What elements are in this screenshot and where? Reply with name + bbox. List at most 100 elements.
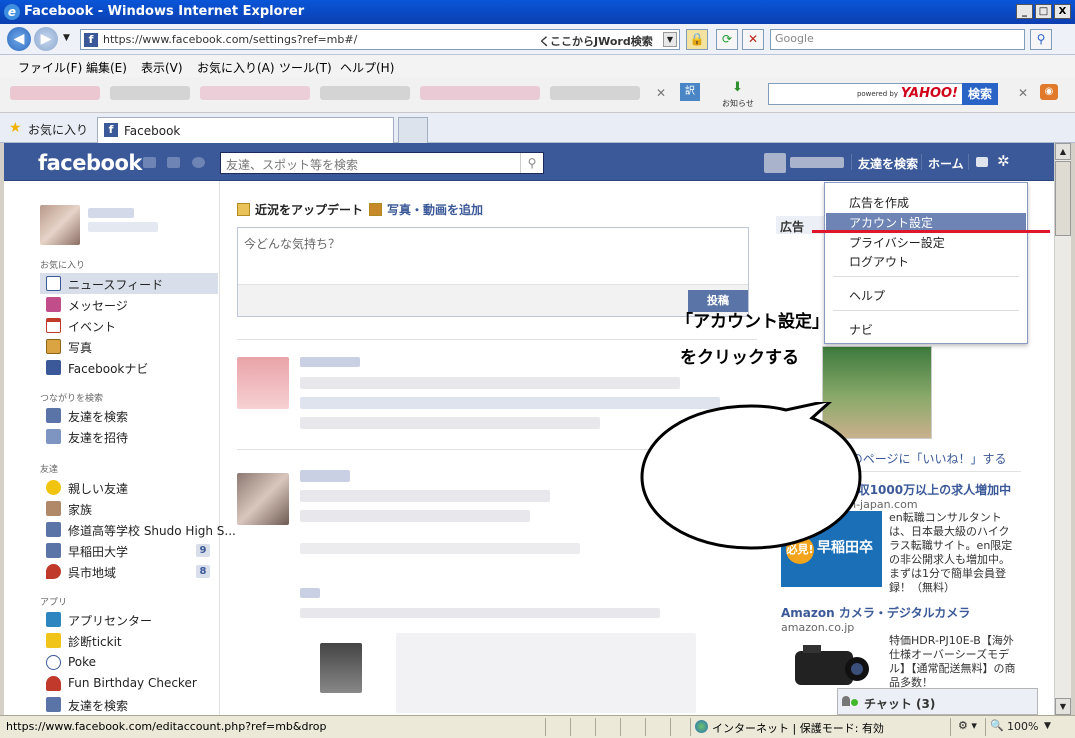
feed-avatar[interactable] bbox=[237, 473, 289, 525]
ad2-title[interactable]: Amazon カメラ・デジタルカメラ bbox=[781, 604, 970, 621]
nav-find-friends[interactable]: 友達を検索 bbox=[858, 155, 918, 172]
translate-icon[interactable]: 訳 bbox=[680, 83, 700, 101]
new-tab-button[interactable] bbox=[398, 117, 428, 143]
feed-attachment-blurred[interactable] bbox=[396, 633, 696, 713]
sidebar-item-family[interactable]: 家族 bbox=[40, 498, 218, 519]
forward-button[interactable]: ▶ bbox=[34, 27, 58, 51]
vertical-scrollbar[interactable]: ▲ ▼ bbox=[1054, 143, 1071, 715]
account-gear-icon[interactable]: ✲ bbox=[997, 152, 1010, 170]
count-badge: 8 bbox=[196, 565, 210, 578]
tab-facebook[interactable]: f Facebook bbox=[97, 117, 394, 143]
status-textarea[interactable]: 今どんな気持ち？ 投稿 bbox=[237, 227, 749, 317]
sidebar-item-find-friends-app[interactable]: 友達を検索 bbox=[40, 694, 218, 715]
sidebar-item-find-friends[interactable]: 友達を検索 bbox=[40, 405, 218, 426]
minimize-button[interactable]: _ bbox=[1016, 4, 1033, 19]
yahoo-powered-label: powered by bbox=[856, 90, 898, 98]
feed-like-blurred bbox=[300, 588, 320, 598]
birthday-icon bbox=[46, 676, 61, 691]
toolbar-close-icon[interactable]: ✕ bbox=[656, 86, 666, 100]
address-bar[interactable]: f https://www.facebook.com/settings?ref=… bbox=[80, 29, 680, 50]
update-status-button[interactable]: 近況をアップデート bbox=[237, 201, 363, 218]
camera-icon[interactable]: ◉ bbox=[1040, 84, 1058, 100]
search-input[interactable]: Google bbox=[770, 29, 1025, 50]
user-name-blurred[interactable] bbox=[790, 157, 844, 168]
sidebar-item-birthday-checker[interactable]: Fun Birthday Checker bbox=[40, 673, 218, 694]
zoom-dropdown-icon[interactable]: ▼ bbox=[1044, 721, 1051, 731]
menu-file[interactable]: ファイル(F) bbox=[18, 59, 82, 76]
scroll-thumb[interactable] bbox=[1055, 161, 1071, 236]
feed-author-blurred[interactable] bbox=[300, 357, 360, 367]
scroll-up-icon[interactable]: ▲ bbox=[1055, 143, 1071, 160]
sidebar-item-facebook-navi[interactable]: Facebookナビ bbox=[40, 357, 218, 378]
sidebar-item-messages[interactable]: メッセージ bbox=[40, 294, 218, 315]
chat-bar[interactable]: チャット (3) bbox=[837, 688, 1038, 715]
sidebar-item-newsfeed[interactable]: ニュースフィード bbox=[40, 273, 218, 294]
search-go-icon[interactable]: ⚲ bbox=[1030, 29, 1052, 50]
location-pin-icon bbox=[46, 564, 61, 579]
menu-item-logout[interactable]: ログアウト bbox=[849, 253, 909, 270]
profile-name-blurred[interactable] bbox=[88, 208, 134, 218]
maximize-button[interactable]: □ bbox=[1035, 4, 1052, 19]
privacy-lock-icon[interactable] bbox=[976, 157, 988, 167]
friend-requests-icon[interactable] bbox=[143, 157, 156, 168]
stop-icon[interactable]: ✕ bbox=[742, 29, 764, 50]
menu-edit[interactable]: 編集(E) bbox=[86, 59, 127, 76]
yahoo-search-button[interactable]: 検索 bbox=[962, 83, 998, 105]
favorites-button[interactable]: お気に入り bbox=[28, 121, 88, 138]
menu-tools[interactable]: ツール(T) bbox=[279, 59, 332, 76]
menu-view[interactable]: 表示(V) bbox=[141, 59, 183, 76]
sidebar-item-poke[interactable]: Poke bbox=[40, 652, 218, 673]
menu-item-navi[interactable]: ナビ bbox=[849, 321, 873, 338]
sidebar-item-events[interactable]: イベント bbox=[40, 315, 218, 336]
extra-toolbar: ✕ 訳 ⬇ お知らせ powered by YAHOO! 検索 ✕ ◉ bbox=[0, 77, 1075, 113]
feed-comment-avatar[interactable] bbox=[320, 643, 362, 693]
user-avatar[interactable] bbox=[764, 153, 786, 173]
sidebar-item-invite-friends[interactable]: 友達を招待 bbox=[40, 426, 218, 447]
sidebar-item-kure[interactable]: 呉市地域 8 bbox=[40, 561, 218, 582]
toolbar-close-icon[interactable]: ✕ bbox=[1018, 86, 1028, 100]
zoom-level[interactable]: 100% bbox=[1007, 720, 1038, 733]
facebook-search-input[interactable]: 友達、スポット等を検索 ⚲ bbox=[220, 152, 544, 174]
status-bar: https://www.facebook.com/editaccount.php… bbox=[0, 715, 1075, 738]
search-icon[interactable]: ⚲ bbox=[520, 153, 543, 173]
address-url[interactable]: https://www.facebook.com/settings?ref=mb… bbox=[103, 33, 357, 46]
protected-mode-icon[interactable]: ⚙ ▾ bbox=[958, 719, 977, 732]
menu-item-privacy-settings[interactable]: プライバシー設定 bbox=[849, 234, 945, 251]
add-photo-button[interactable]: 写真・動画を追加 bbox=[369, 201, 483, 218]
sidebar-item-close-friends[interactable]: 親しい友達 bbox=[40, 477, 218, 498]
download-icon[interactable]: ⬇ bbox=[732, 80, 743, 95]
address-dropdown-icon[interactable]: ▼ bbox=[663, 32, 677, 47]
notifications-icon[interactable] bbox=[192, 157, 205, 168]
feed-avatar[interactable] bbox=[237, 357, 289, 409]
oshirase-label[interactable]: お知らせ bbox=[722, 98, 754, 109]
menu-item-create-ad[interactable]: 広告を作成 bbox=[849, 194, 909, 211]
scroll-down-icon[interactable]: ▼ bbox=[1055, 698, 1071, 715]
favorites-star-icon[interactable]: ★ bbox=[9, 120, 22, 136]
messages-icon[interactable] bbox=[167, 157, 180, 168]
refresh-icon[interactable]: ⟳ bbox=[716, 29, 738, 50]
nav-home[interactable]: ホーム bbox=[928, 155, 964, 172]
close-window-button[interactable]: X bbox=[1054, 4, 1071, 19]
sidebar-item-label: 親しい友達 bbox=[68, 482, 129, 496]
history-dropdown-icon[interactable]: ▼ bbox=[63, 33, 70, 43]
feed-author-blurred[interactable] bbox=[300, 470, 350, 482]
menu-item-account-settings[interactable]: アカウント設定 bbox=[849, 214, 933, 231]
lock-icon[interactable]: 🔒 bbox=[686, 29, 708, 50]
profile-avatar[interactable] bbox=[40, 205, 80, 245]
menu-favorites[interactable]: お気に入り(A) bbox=[197, 59, 275, 76]
sidebar-item-app-center[interactable]: アプリセンター bbox=[40, 609, 218, 630]
ad2-source[interactable]: amazon.co.jp bbox=[781, 621, 854, 634]
sidebar-item-waseda[interactable]: 早稲田大学 9 bbox=[40, 540, 218, 561]
sidebar-item-photos[interactable]: 写真 bbox=[40, 336, 218, 357]
back-button[interactable]: ◀ bbox=[7, 27, 31, 51]
facebook-logo[interactable]: facebook bbox=[38, 151, 142, 175]
sidebar-item-tickit[interactable]: 診断tickit bbox=[40, 630, 218, 651]
menu-help[interactable]: ヘルプ(H) bbox=[340, 59, 394, 76]
security-zone[interactable]: インターネット | 保護モード: 有効 bbox=[712, 720, 884, 736]
sidebar-item-shudo-high[interactable]: 修道高等学校 Shudo High S... bbox=[40, 519, 236, 540]
menu-item-help[interactable]: ヘルプ bbox=[849, 287, 885, 304]
yahoo-search-input[interactable]: powered by YAHOO! bbox=[768, 83, 963, 105]
status-icon bbox=[237, 203, 250, 216]
zoom-icon[interactable]: 🔍 bbox=[990, 719, 1004, 732]
profile-edit-blurred[interactable] bbox=[88, 222, 158, 232]
